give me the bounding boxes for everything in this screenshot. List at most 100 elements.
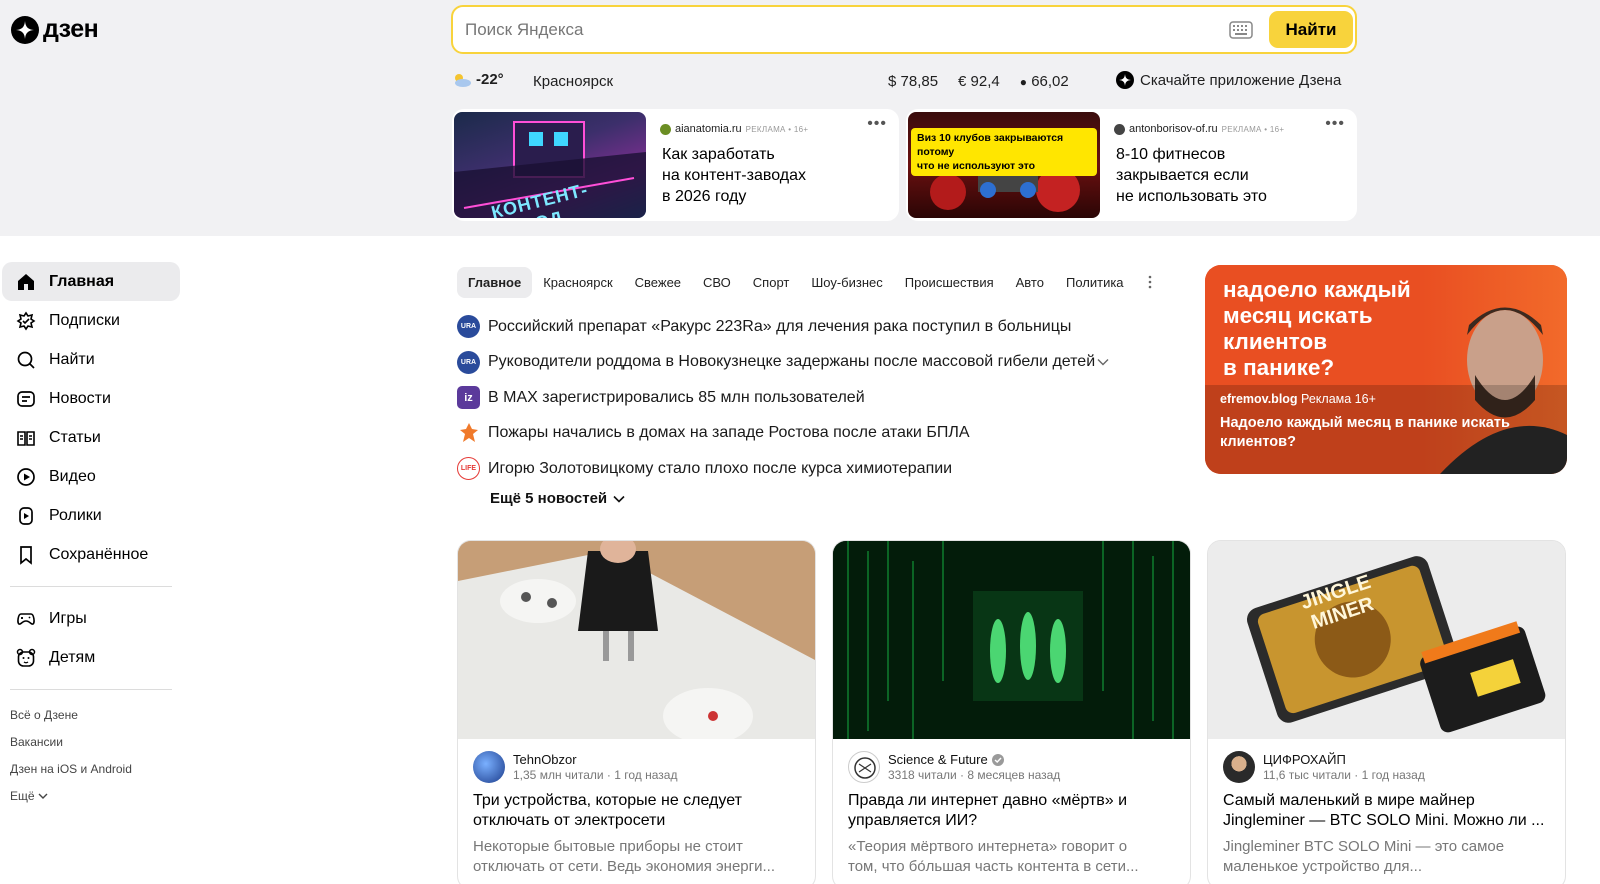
news-item[interactable]: iz В MAX зарегистрировались 85 млн польз…	[457, 380, 1157, 416]
search-input[interactable]	[465, 18, 1225, 42]
article-card[interactable]: JINGLE MINER ЦИФРОХАЙП 11,6 тыс читали ·…	[1207, 540, 1566, 884]
ad-card[interactable]: КОНТЕНТ-ЗАВОД aianatomia.ru РЕКЛАМА • 16…	[452, 109, 899, 221]
card-description-line: Некоторые бытовые приборы не стоит	[473, 838, 743, 855]
ad-source-name: aianatomia.ru	[675, 123, 742, 135]
sidebar-item-video[interactable]: Видео	[2, 457, 180, 496]
temperature: -22°	[476, 71, 504, 88]
news-tabs: Главное Красноярск Свежее СВО Спорт Шоу-…	[457, 266, 1157, 298]
card-author[interactable]: TehnObzor 1,35 млн читали · 1 год назад	[473, 751, 677, 783]
news-item[interactable]: LIFE Игорю Золотовицкому стало плохо пос…	[457, 451, 1157, 487]
card-title: Самый маленький в мире майнер Jinglemine…	[1223, 791, 1558, 831]
promo-headline-line: надоело каждый	[1223, 277, 1411, 302]
more-news-button[interactable]: Ещё 5 новостей	[490, 490, 625, 507]
tab-fresh[interactable]: Свежее	[624, 267, 692, 298]
ad-source-name: antonborisov-of.ru	[1129, 123, 1218, 135]
card-title-line: Самый маленький в мире майнер	[1223, 792, 1475, 809]
ad-image-caption: Виз 10 клубов закрываются потому что не …	[911, 128, 1097, 176]
card-image	[458, 541, 815, 739]
ad-meta: РЕКЛАМА • 16+	[745, 124, 809, 134]
dzen-logo[interactable]: дзен	[11, 15, 99, 44]
tab-auto[interactable]: Авто	[1005, 267, 1055, 298]
ad-meta: РЕКЛАМА • 16+	[1221, 124, 1285, 134]
ad-image: КОНТЕНТ-ЗАВОД	[454, 112, 646, 218]
ura-ru-icon: URA	[457, 350, 480, 374]
ad-title-line: Как заработать	[662, 146, 775, 163]
promo-source: efremov.blog Реклама 16+	[1220, 392, 1376, 406]
logo-text: дзен	[43, 15, 99, 43]
article-card[interactable]: Science & Future 3318 читали · 8 месяцев…	[832, 540, 1191, 884]
card-title-line: отключать от электросети	[473, 812, 666, 829]
news-list: URA Российский препарат «Ракурс 223Ra» д…	[457, 309, 1157, 487]
sidebar-item-articles[interactable]: Статьи	[2, 418, 180, 457]
footer-link-vacancies[interactable]: Вакансии	[10, 729, 180, 756]
card-image	[833, 541, 1190, 739]
card-description-line: отключать от сети. Ведь экономия энерги.…	[473, 858, 776, 875]
keyboard-icon[interactable]	[1229, 21, 1253, 39]
author-meta: 1,35 млн читали · 1 год назад	[513, 768, 678, 782]
sidebar-item-news[interactable]: Новости	[2, 379, 180, 418]
promo-title: Надоело каждый месяц в панике искать кли…	[1220, 415, 1510, 450]
footer-link-more[interactable]: Ещё	[10, 783, 180, 810]
verified-icon	[991, 753, 1004, 766]
ad-source: aianatomia.ru РЕКЛАМА • 16+	[660, 123, 808, 135]
promo-banner[interactable]: надоело каждый месяц искать клиентов в п…	[1205, 265, 1567, 474]
ad-favicon-icon	[660, 123, 671, 135]
video-icon	[17, 467, 35, 486]
card-author[interactable]: ЦИФРОХАЙП 11,6 тыс читали · 1 год назад	[1223, 751, 1425, 783]
ad-source: antonborisov-of.ru РЕКЛАМА • 16+	[1114, 123, 1284, 135]
tab-main[interactable]: Главное	[457, 266, 533, 298]
download-app-link[interactable]: Скачайте приложение Дзена	[1116, 71, 1341, 89]
news-headline: Российский препарат «Ракурс 223Ra» для л…	[488, 317, 1072, 335]
promo-source-name: efremov.blog	[1220, 392, 1298, 406]
news-item[interactable]: URA Руководители роддома в Новокузнецке …	[457, 345, 1157, 381]
card-description: «Теория мёртвого интернета» говорит о то…	[848, 837, 1178, 877]
ad-card[interactable]: Виз 10 клубов закрываются потому что не …	[906, 109, 1357, 221]
sidebar-item-search[interactable]: Найти	[2, 340, 180, 379]
more-options-icon[interactable]: •••	[867, 115, 887, 133]
oil-drop-icon: ●	[1019, 75, 1028, 89]
download-app-label: Скачайте приложение Дзена	[1140, 71, 1342, 89]
article-card[interactable]: TehnObzor 1,35 млн читали · 1 год назад …	[457, 540, 816, 884]
footer-more-label: Ещё	[10, 789, 35, 803]
sidebar-item-kids[interactable]: Детям	[2, 638, 180, 677]
sidebar-item-subscriptions[interactable]: Подписки	[2, 301, 180, 340]
ad-image: Виз 10 клубов закрываются потому что не …	[908, 112, 1100, 218]
kids-icon	[16, 648, 36, 667]
oil-rate[interactable]: ● 66,02	[1020, 73, 1069, 90]
tab-svo[interactable]: СВО	[692, 267, 742, 298]
sidebar-item-saved[interactable]: Сохранённое	[2, 535, 180, 574]
sidebar-item-shorts[interactable]: Ролики	[2, 496, 180, 535]
oil-rate-value: 66,02	[1031, 73, 1069, 90]
tab-politics[interactable]: Политика	[1055, 267, 1135, 298]
card-description-line: маленькое устройство для...	[1223, 858, 1423, 875]
more-options-icon[interactable]: •••	[1325, 115, 1345, 133]
currency-rates: $ 78,85 € 92,4 ● 66,02	[888, 73, 1069, 90]
author-meta: 3318 читали · 8 месяцев назад	[888, 768, 1061, 782]
usd-rate[interactable]: $ 78,85	[888, 73, 938, 90]
author-avatar	[473, 751, 505, 783]
weather-widget[interactable]: -22°	[452, 71, 504, 88]
news-item[interactable]: Пожары начались в домах на западе Ростов…	[457, 416, 1157, 452]
shorts-icon	[19, 506, 33, 525]
news-headline: Пожары начались в домах на западе Ростов…	[488, 424, 970, 442]
more-news-label: Ещё 5 новостей	[490, 490, 608, 507]
footer-link-about[interactable]: Всё о Дзене	[10, 702, 180, 729]
city-name[interactable]: Красноярск	[533, 73, 613, 90]
tab-incidents[interactable]: Происшествия	[894, 267, 1005, 298]
tab-krasnoyarsk[interactable]: Красноярск	[532, 267, 623, 298]
info-row: -22° Красноярск $ 78,85 € 92,4 ● 66,02 С…	[452, 71, 1358, 93]
articles-icon	[17, 430, 35, 446]
card-author[interactable]: Science & Future 3318 читали · 8 месяцев…	[848, 751, 1060, 783]
chevron-down-icon[interactable]	[1097, 358, 1109, 366]
sidebar-item-games[interactable]: Игры	[2, 599, 180, 638]
footer-link-apps[interactable]: Дзен на iOS и Android	[10, 756, 180, 783]
news-item[interactable]: URA Российский препарат «Ракурс 223Ra» д…	[457, 309, 1157, 345]
sidebar-item-home[interactable]: Главная	[2, 262, 180, 301]
eur-rate[interactable]: € 92,4	[958, 73, 1000, 90]
more-tabs-icon[interactable]	[1143, 275, 1157, 289]
promo-meta: Реклама 16+	[1301, 392, 1376, 406]
tab-showbiz[interactable]: Шоу-бизнес	[800, 267, 893, 298]
tab-sport[interactable]: Спорт	[742, 267, 801, 298]
search-button[interactable]: Найти	[1269, 11, 1353, 48]
dzen-star-icon	[11, 15, 39, 44]
